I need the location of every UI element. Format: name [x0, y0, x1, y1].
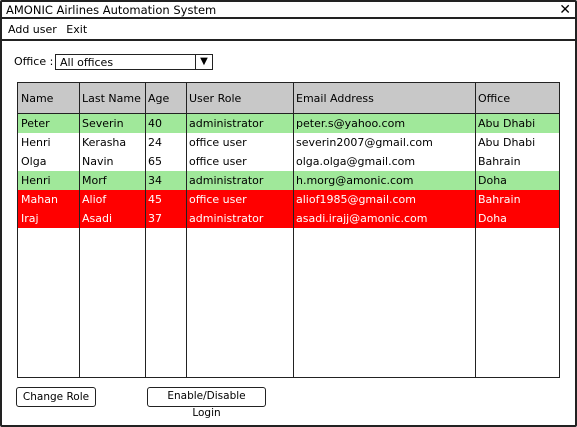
- cell-last-name: Asadi: [82, 212, 113, 225]
- cell-user-role: office user: [189, 136, 247, 149]
- cell-user-role: office user: [189, 155, 247, 168]
- menu-exit[interactable]: Exit: [66, 23, 87, 36]
- menu-add-user[interactable]: Add user: [8, 23, 57, 36]
- table-row[interactable]: Iraj Asadi 37 administrator asadi.irajj@amon…: [18, 209, 559, 228]
- cell-name: Olga: [21, 155, 47, 168]
- column-divider: [475, 83, 476, 377]
- table-row[interactable]: Olga Navin 65 office user olga.olga@gmail.co…: [18, 152, 559, 171]
- change-role-button[interactable]: Change Role: [16, 387, 96, 407]
- cell-office: Bahrain: [478, 155, 521, 168]
- cell-name: Henri: [21, 174, 51, 187]
- cell-user-role: office user: [189, 193, 247, 206]
- menu-bar: Add user Exit: [2, 21, 575, 41]
- cell-office: Abu Dhabi: [478, 117, 536, 130]
- column-header-age[interactable]: Age: [145, 83, 186, 113]
- column-header-email-address[interactable]: Email Address: [293, 83, 475, 113]
- cell-age: 34: [148, 174, 162, 187]
- close-icon[interactable]: ✕: [559, 2, 571, 19]
- main-window: AMONIC Airlines Automation System ✕ Add …: [0, 0, 577, 427]
- cell-age: 65: [148, 155, 162, 168]
- cell-last-name: Kerasha: [82, 136, 127, 149]
- title-bar: AMONIC Airlines Automation System ✕: [2, 2, 575, 19]
- column-header-name[interactable]: Name: [18, 83, 79, 113]
- cell-email-address: asadi.irajj@amonic.com: [296, 212, 428, 225]
- cell-user-role: administrator: [189, 117, 264, 130]
- cell-last-name: Severin: [82, 117, 124, 130]
- cell-office: Abu Dhabi: [478, 136, 536, 149]
- column-header-user-role[interactable]: User Role: [186, 83, 293, 113]
- cell-last-name: Navin: [82, 155, 114, 168]
- cell-name: Henri: [21, 136, 51, 149]
- table-row[interactable]: Mahan Aliof 45 office user aliof1985@gmail.c…: [18, 190, 559, 209]
- cell-user-role: administrator: [189, 212, 264, 225]
- cell-email-address: severin2007@gmail.com: [296, 136, 433, 149]
- cell-office: Doha: [478, 212, 507, 225]
- office-filter-label: Office :: [14, 55, 54, 68]
- column-divider: [293, 83, 294, 377]
- cell-age: 45: [148, 193, 162, 206]
- cell-email-address: peter.s@yahoo.com: [296, 117, 406, 130]
- enable-disable-login-button[interactable]: Enable/Disable Login: [147, 387, 266, 419]
- cell-name: Mahan: [21, 193, 58, 206]
- column-header-office[interactable]: Office: [475, 83, 559, 113]
- table-row[interactable]: Henri Morf 34 administrator h.morg@amonic.co…: [18, 171, 559, 190]
- users-table: Name Last Name Age User Role Email Address Of…: [17, 82, 560, 378]
- cell-name: Iraj: [21, 212, 39, 225]
- cell-name: Peter: [21, 117, 50, 130]
- window-title: AMONIC Airlines Automation System: [6, 3, 217, 17]
- column-divider: [79, 83, 80, 377]
- office-select[interactable]: All offices ▼: [55, 54, 213, 70]
- cell-email-address: aliof1985@gmail.com: [296, 193, 416, 206]
- office-select-value: All offices: [60, 56, 114, 69]
- cell-email-address: h.morg@amonic.com: [296, 174, 414, 187]
- cell-last-name: Aliof: [82, 193, 107, 206]
- column-divider: [186, 83, 187, 377]
- cell-user-role: administrator: [189, 174, 264, 187]
- dropdown-arrow-icon[interactable]: ▼: [195, 54, 212, 70]
- column-header-last-name[interactable]: Last Name: [79, 83, 145, 113]
- table-header: Name Last Name Age User Role Email Address Of…: [18, 83, 559, 114]
- cell-office: Bahrain: [478, 193, 521, 206]
- cell-age: 37: [148, 212, 162, 225]
- cell-age: 40: [148, 117, 162, 130]
- column-divider: [145, 83, 146, 377]
- cell-age: 24: [148, 136, 162, 149]
- cell-office: Doha: [478, 174, 507, 187]
- table-row[interactable]: Henri Kerasha 24 office user severin2007@gma…: [18, 133, 559, 152]
- table-row[interactable]: Peter Severin 40 administrator peter.s@yahoo…: [18, 114, 559, 133]
- cell-email-address: olga.olga@gmail.com: [296, 155, 416, 168]
- cell-last-name: Morf: [82, 174, 107, 187]
